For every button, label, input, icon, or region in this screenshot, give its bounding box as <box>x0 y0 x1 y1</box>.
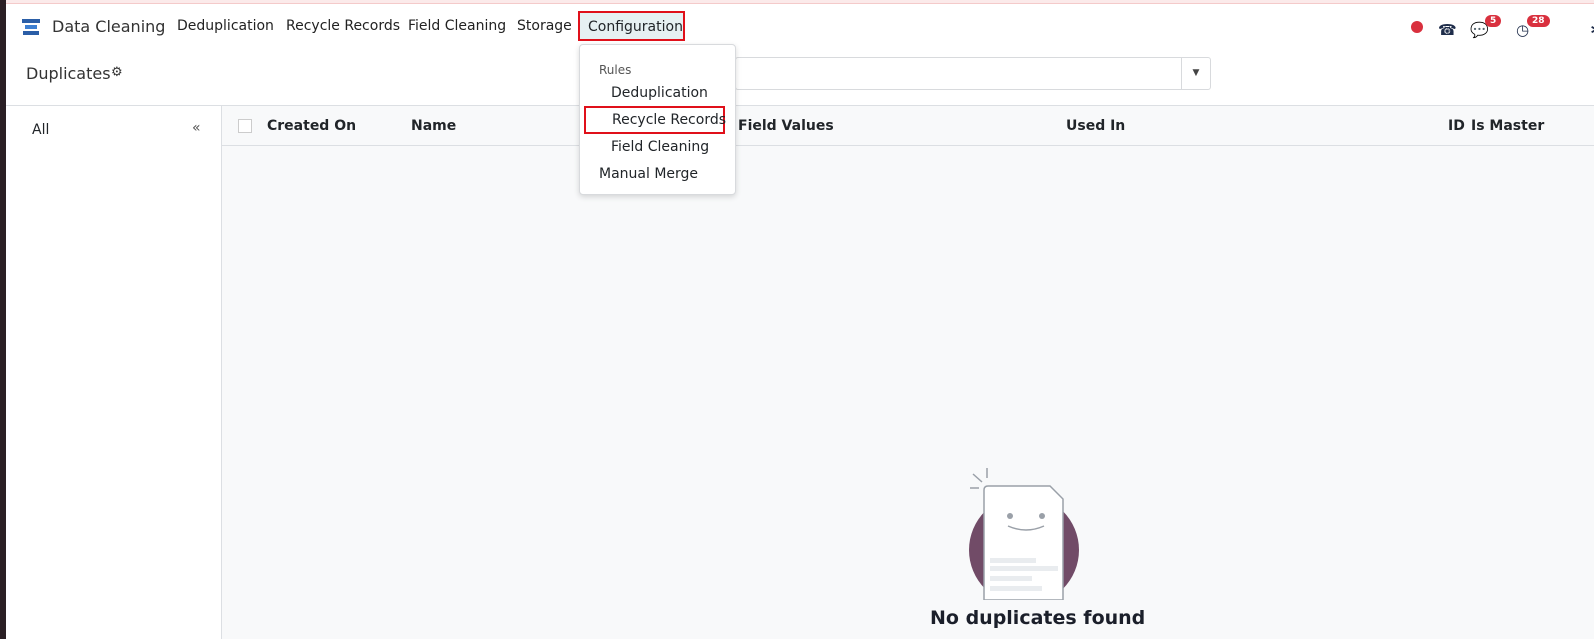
app-name[interactable]: Data Cleaning <box>52 17 165 36</box>
status-dot-icon[interactable] <box>1411 21 1423 33</box>
nav-configuration[interactable]: Configuration <box>578 11 685 41</box>
search-input[interactable]: ▼ <box>735 57 1211 90</box>
configuration-dropdown-menu: Rules Deduplication Recycle Records Fiel… <box>579 44 736 195</box>
list-view: Created On Name Field Values Used In ID … <box>222 106 1594 639</box>
gear-icon[interactable]: ⚙ <box>111 65 123 80</box>
select-all-checkbox[interactable] <box>238 119 252 133</box>
top-border <box>6 0 1594 4</box>
column-created-on[interactable]: Created On <box>267 118 356 134</box>
activities-badge: 28 <box>1527 15 1550 27</box>
app-logo-icon[interactable] <box>22 19 40 35</box>
menu-item-recycle-records[interactable]: Recycle Records <box>584 106 726 134</box>
column-used-in[interactable]: Used In <box>1066 118 1125 134</box>
nav-storage[interactable]: Storage <box>517 18 572 34</box>
empty-state-message: No duplicates found <box>930 607 1146 629</box>
menu-item-deduplication[interactable]: Deduplication <box>611 85 708 101</box>
dropdown-section-rules: Rules <box>599 63 632 77</box>
chevron-down-icon[interactable]: ▼ <box>1181 58 1210 89</box>
table-header: Created On Name Field Values Used In ID … <box>222 106 1594 146</box>
column-is-master[interactable]: Is Master <box>1471 118 1544 134</box>
menu-item-manual-merge[interactable]: Manual Merge <box>599 166 698 182</box>
top-navbar: Data Cleaning Deduplication Recycle Reco… <box>6 5 1594 47</box>
menu-item-field-cleaning[interactable]: Field Cleaning <box>611 139 709 155</box>
nav-deduplication[interactable]: Deduplication <box>177 18 274 34</box>
sidebar-panel: All « <box>6 106 222 639</box>
sidebar-item-all[interactable]: All <box>32 122 49 138</box>
page-title: Duplicates <box>26 64 111 83</box>
collapse-icon[interactable]: « <box>192 120 201 136</box>
nav-recycle-records[interactable]: Recycle Records <box>286 18 400 34</box>
column-id[interactable]: ID <box>1448 118 1465 134</box>
messages-badge: 5 <box>1485 15 1502 27</box>
settings-icon[interactable]: ✲ <box>1590 21 1594 39</box>
nav-field-cleaning[interactable]: Field Cleaning <box>408 18 506 34</box>
empty-document-illustration-icon <box>969 468 1079 600</box>
column-name[interactable]: Name <box>411 118 456 134</box>
phone-icon[interactable]: ☎ <box>1438 21 1457 39</box>
column-field-values[interactable]: Field Values <box>738 118 834 134</box>
